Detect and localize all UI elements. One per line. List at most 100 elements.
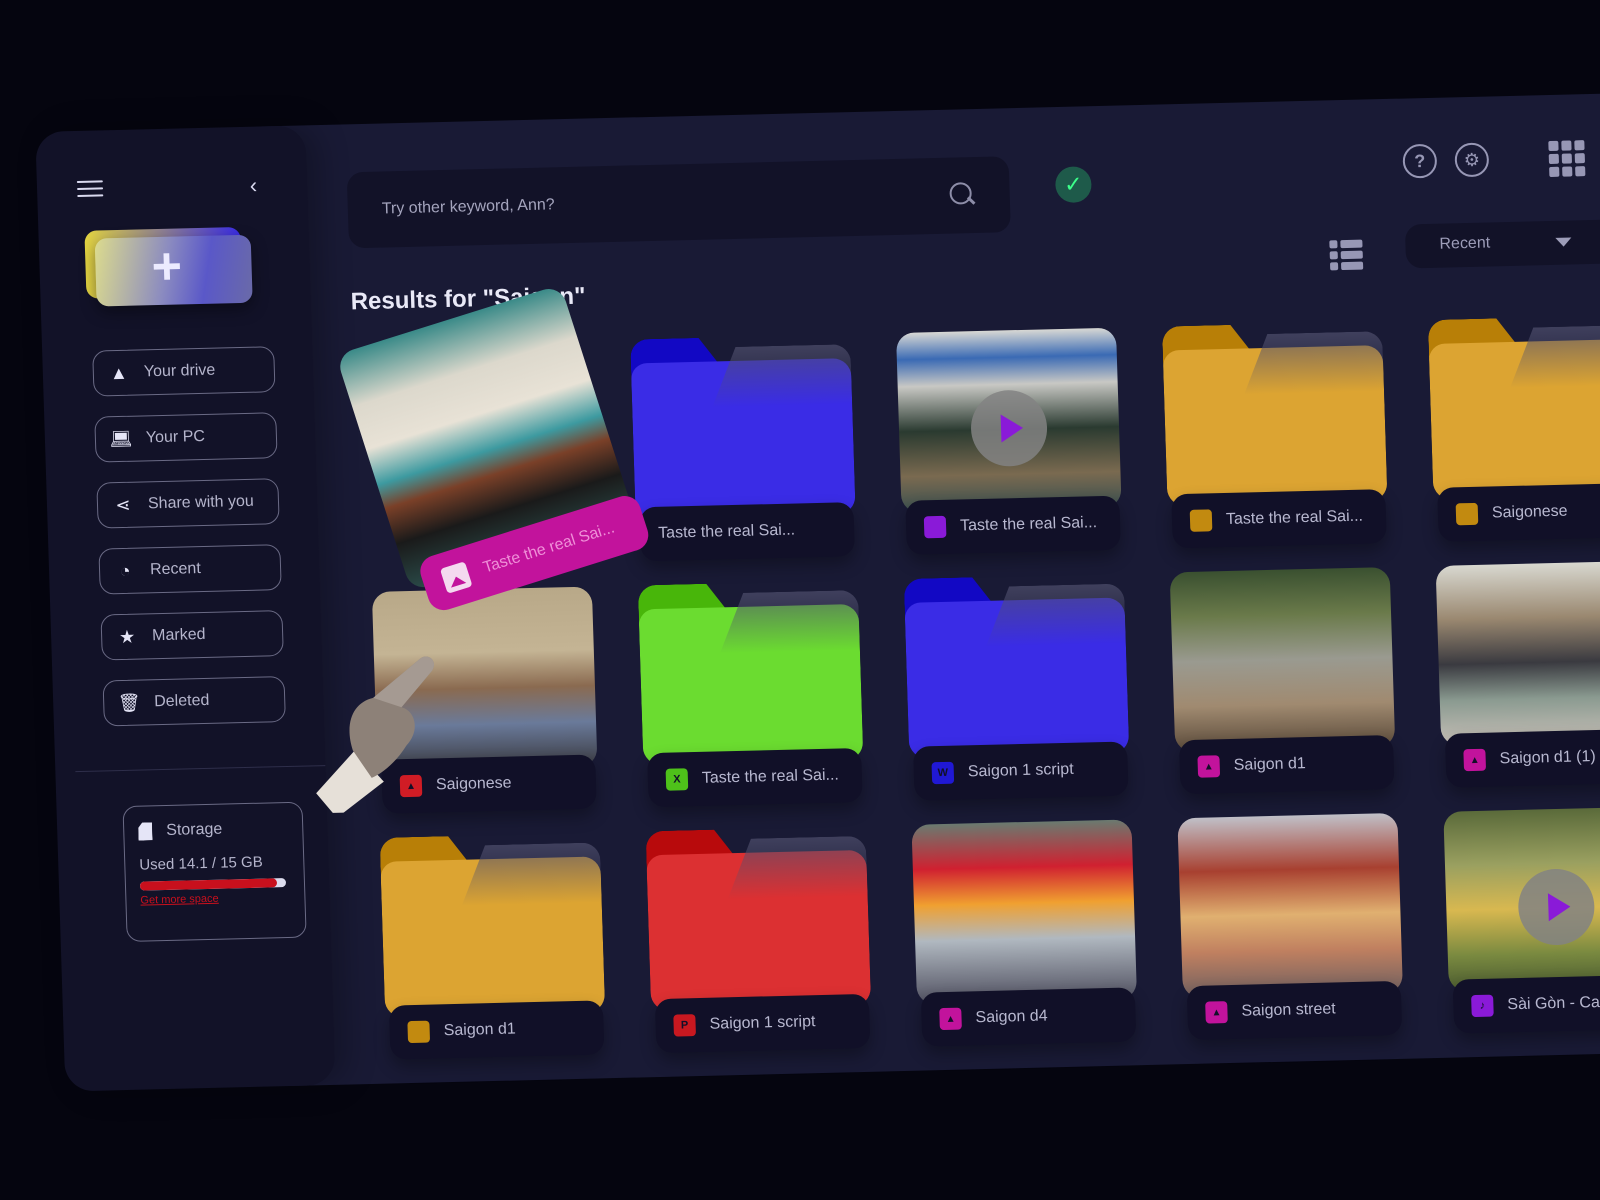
file-name: Saigon 1 script	[967, 760, 1074, 781]
storage-title: Storage	[165, 820, 223, 839]
sidebar-nav: ▲ Your drive 💻︎ Your PC ⋖ Share with you…	[92, 346, 286, 746]
image-icon: ▲	[399, 774, 423, 798]
file-name: Sài Gòn - Ca...	[1507, 993, 1600, 1014]
hamburger-icon[interactable]	[76, 180, 104, 199]
sidebar: ‹ + ▲ Your drive 💻︎ Your PC ⋖ Share with	[35, 125, 336, 1092]
image-icon	[439, 561, 473, 594]
photo-thumbnail	[1169, 567, 1396, 753]
folder-icon	[1455, 502, 1479, 526]
drive-icon: ▲	[109, 362, 129, 383]
drive-app: ‹ + ▲ Your drive 💻︎ Your PC ⋖ Share with	[34, 52, 1600, 1092]
sidebar-item-marked[interactable]: ★ Marked	[100, 610, 284, 661]
folder-thumbnail	[646, 826, 872, 1012]
file-card-footer: ▲ Saigon street	[1186, 980, 1403, 1041]
folder-thumbnail	[1428, 315, 1600, 500]
word-icon: W	[931, 761, 955, 785]
file-card[interactable]: ▲ Saigon d4	[911, 819, 1138, 1056]
file-card[interactable]: W Saigon 1 script	[904, 574, 1131, 811]
file-name: Saigon 1 script	[709, 1013, 816, 1033]
folder-thumbnail	[1162, 321, 1388, 507]
file-name: Saigonese	[435, 774, 512, 794]
new-button[interactable]: +	[84, 226, 253, 307]
file-card[interactable]: P Saigon 1 script	[646, 826, 873, 1063]
file-card-footer: Taste the real Sai...	[639, 502, 855, 562]
sidebar-item-deleted[interactable]: 🗑︎ Deleted	[102, 676, 286, 727]
sidebar-item-your-pc[interactable]: 💻︎ Your PC	[94, 412, 278, 463]
stage: ‹ + ▲ Your drive 💻︎ Your PC ⋖ Share with	[0, 0, 1600, 1200]
share-icon: ⋖	[115, 494, 131, 515]
file-card-footer: ▲ Saigon d1 (1)	[1444, 728, 1600, 788]
file-name: Saigonese	[1491, 502, 1568, 522]
file-card[interactable]: X Taste the real Sai...	[638, 580, 865, 817]
folder-thumbnail	[904, 574, 1130, 759]
chevron-down-icon	[1555, 237, 1572, 247]
image-icon: ▲	[1463, 748, 1487, 772]
storage-progress-bar	[139, 878, 287, 891]
search-icon[interactable]	[949, 182, 976, 209]
get-more-space-link[interactable]: Get more space	[140, 893, 219, 907]
sd-card-icon	[138, 822, 153, 840]
chevron-left-icon[interactable]: ‹	[249, 173, 257, 199]
play-icon[interactable]	[969, 389, 1049, 468]
folder-icon	[1189, 509, 1213, 532]
file-name: Saigon d1	[1233, 755, 1307, 774]
file-card[interactable]: ♪ Sài Gòn - Ca...	[1443, 806, 1600, 1043]
sidebar-item-share-with-you[interactable]: ⋖ Share with you	[96, 478, 280, 529]
excel-icon: X	[665, 768, 689, 791]
file-card[interactable]: Taste the real Sai...	[630, 334, 857, 571]
play-icon[interactable]	[1517, 868, 1596, 946]
sidebar-item-label: Recent	[149, 560, 202, 579]
file-card[interactable]: Taste the real Sai...	[895, 327, 1123, 565]
sidebar-item-recent[interactable]: ◔ Recent	[98, 544, 282, 595]
trash-icon: 🗑︎	[117, 692, 141, 713]
file-name: Taste the real Sai...	[657, 521, 796, 542]
image-icon: ▲	[1205, 1001, 1228, 1024]
help-icon[interactable]: ?	[1402, 143, 1438, 179]
file-card[interactable]: Saigonese	[1428, 315, 1600, 552]
file-card-footer: ▲ Saigon d4	[920, 987, 1137, 1047]
file-card-footer: W Saigon 1 script	[912, 741, 1129, 801]
file-name: Taste the real Sai...	[1225, 507, 1364, 528]
gear-icon[interactable]: ⚙	[1454, 142, 1490, 178]
powerpoint-icon: P	[673, 1014, 696, 1037]
file-card[interactable]: ▲ Saigon street	[1177, 812, 1404, 1050]
video-icon	[923, 515, 947, 539]
file-card[interactable]: ▲ Saigon d1	[1169, 567, 1397, 804]
sort-dropdown[interactable]: Recent	[1404, 218, 1600, 269]
file-name: Taste the real Sai...	[959, 514, 1098, 535]
file-card-footer: X Taste the real Sai...	[647, 747, 863, 808]
sidebar-item-your-drive[interactable]: ▲ Your drive	[92, 346, 276, 397]
list-view-icon[interactable]	[1329, 239, 1364, 271]
plus-icon: +	[150, 237, 183, 297]
file-card-footer: ▲ Saigon d1	[1178, 734, 1395, 795]
storage-progress-fill	[139, 878, 278, 891]
file-name: Saigon d1 (1)	[1499, 748, 1596, 768]
apps-grid-icon[interactable]	[1548, 140, 1586, 177]
search-input[interactable]	[381, 186, 950, 219]
file-name: Saigon street	[1241, 1000, 1336, 1020]
file-card-footer: ▲ Saigonese	[381, 754, 597, 814]
audio-icon: ♪	[1471, 994, 1494, 1018]
sidebar-item-label: Marked	[151, 625, 206, 645]
file-card[interactable]: ▲ Saigon d1 (1)	[1435, 560, 1600, 798]
file-name: Saigon d1	[443, 1020, 516, 1040]
photo-thumbnail	[895, 327, 1122, 513]
sidebar-divider	[75, 765, 326, 773]
storage-used-text: Used 14.1 / 15 GB	[139, 853, 263, 874]
sort-selected: Recent	[1439, 234, 1491, 253]
star-icon: ★	[118, 626, 136, 647]
file-card[interactable]: Taste the real Sai...	[1162, 321, 1389, 558]
folder-thumbnail	[630, 334, 856, 520]
photo-thumbnail	[911, 819, 1138, 1005]
search-bar	[346, 156, 1011, 249]
image-icon: ▲	[939, 1007, 962, 1031]
file-card[interactable]: Saigon d1	[380, 832, 607, 1069]
folder-thumbnail	[638, 580, 864, 766]
file-card-footer: ♪ Sài Gòn - Ca...	[1452, 974, 1600, 1034]
sidebar-item-label: Your PC	[145, 427, 206, 447]
laptop-icon: 💻︎	[109, 428, 133, 449]
sidebar-item-label: Your drive	[143, 361, 216, 381]
file-name: Taste the real Sai...	[701, 766, 840, 787]
sidebar-item-label: Deleted	[153, 691, 210, 711]
photo-thumbnail	[1177, 812, 1403, 999]
